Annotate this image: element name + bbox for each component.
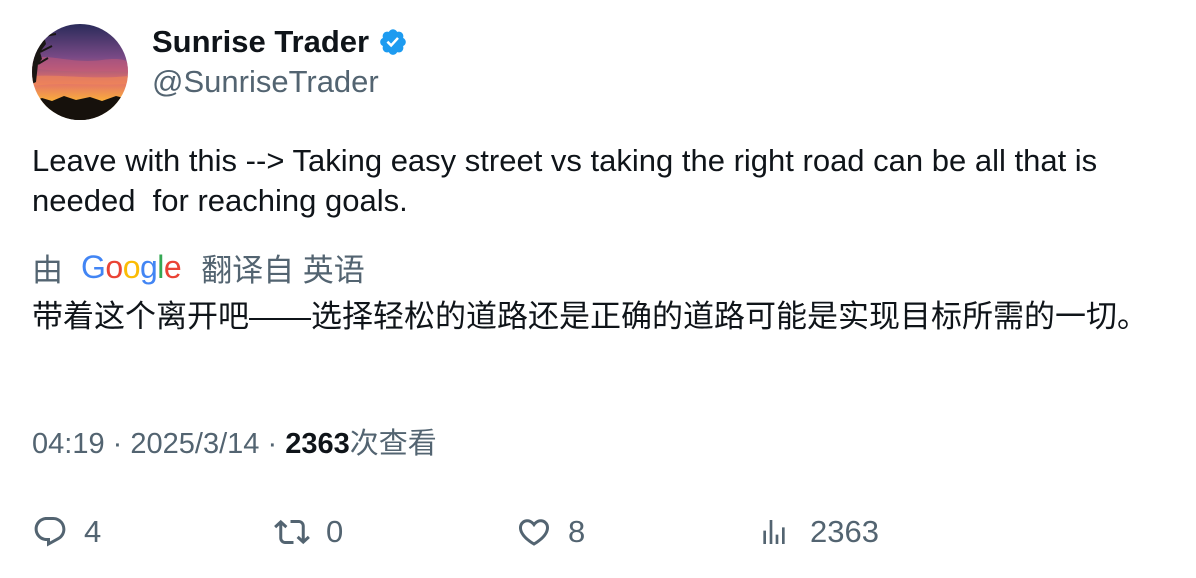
reply-count: 4 (84, 514, 102, 549)
tweet-date[interactable]: 2025/3/14 (130, 428, 259, 460)
tweet-header: Sunrise Trader @SunriseTrader (32, 24, 408, 120)
meta-separator: · (267, 428, 278, 460)
views-count: 2363 (285, 428, 350, 460)
retweet-button[interactable]: 0 (274, 510, 343, 554)
sunset-avatar-icon (32, 24, 128, 120)
google-logo[interactable]: Google (81, 248, 182, 286)
views-label: 次查看 (349, 428, 437, 460)
action-bar: 4 0 8 2363 (32, 510, 1162, 554)
views-count-action: 2363 (810, 514, 879, 549)
like-count: 8 (568, 514, 586, 549)
user-names: Sunrise Trader @SunriseTrader (152, 24, 408, 102)
display-name[interactable]: Sunrise Trader (152, 24, 369, 60)
google-letter: g (139, 248, 158, 285)
like-button[interactable]: 8 (516, 510, 585, 554)
heart-icon (516, 514, 552, 550)
tweet-text: Leave with this --> Taking easy street v… (32, 143, 1106, 218)
google-letter: e (163, 248, 182, 285)
retweet-icon (274, 514, 310, 550)
tweet-time[interactable]: 04:19 (32, 428, 105, 460)
google-letter: G (81, 248, 106, 285)
avatar[interactable] (32, 24, 128, 120)
verified-badge-icon (378, 27, 408, 57)
google-letter: l (157, 248, 164, 285)
translated-text: 带着这个离开吧——选择轻松的道路还是正确的道路可能是实现目标所需的一切。 (32, 299, 1148, 334)
display-name-row: Sunrise Trader (152, 24, 408, 60)
views-button[interactable]: 2363 (758, 510, 879, 554)
translation-prefix: 由 (32, 252, 63, 288)
user-handle[interactable]: @SunriseTrader (152, 62, 408, 102)
translation-suffix: 翻译自 英语 (201, 252, 365, 288)
google-letter: o (105, 248, 123, 285)
reply-icon (32, 514, 68, 550)
translation-attribution: 由 Google 翻译自 英语 (32, 247, 365, 288)
analytics-icon (758, 516, 790, 548)
meta-separator: · (112, 428, 123, 460)
tweet-meta: 04:19 · 2025/3/14 · 2363次查看 (32, 424, 437, 464)
google-letter: o (122, 248, 141, 285)
reply-button[interactable]: 4 (32, 510, 101, 554)
retweet-count: 0 (326, 514, 344, 549)
